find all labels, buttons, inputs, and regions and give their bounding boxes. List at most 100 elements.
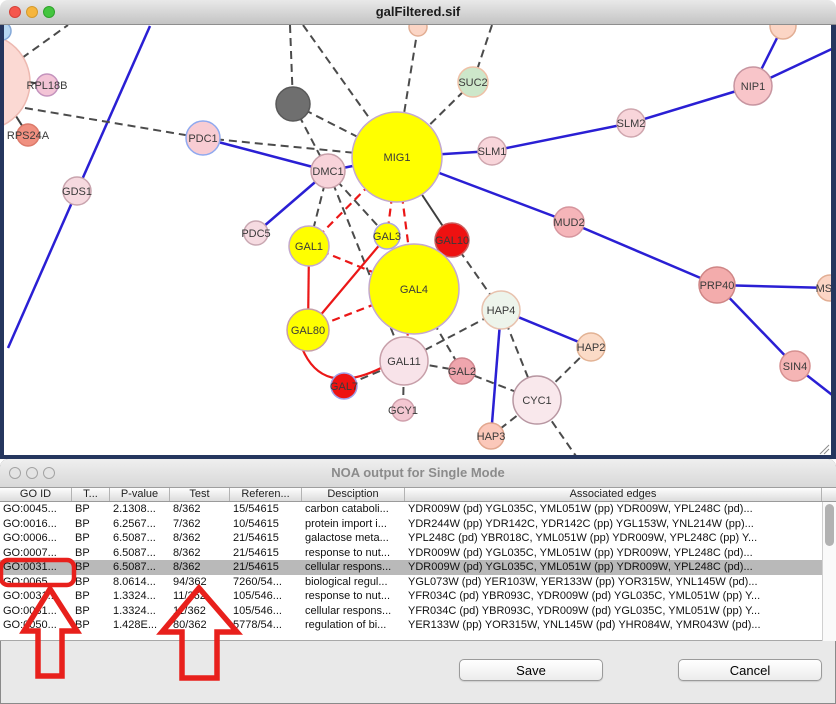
table-cell[interactable]: 105/546...	[230, 589, 302, 604]
edge-blue[interactable]	[77, 26, 150, 191]
table-cell[interactable]: regulation of bi...	[302, 618, 405, 633]
cancel-button[interactable]: Cancel	[678, 659, 822, 681]
table-row[interactable]: GO:0031...BP1.3324...11/362105/546...cel…	[0, 604, 836, 619]
table-cell[interactable]: GO:0065...	[0, 575, 72, 590]
table-cell[interactable]: 8.0614...	[110, 575, 170, 590]
node-label-RPS24A: RPS24A	[7, 130, 50, 142]
table-cell[interactable]: 8/362	[170, 531, 230, 546]
table-cell[interactable]: 11/362	[170, 589, 230, 604]
table-row[interactable]: GO:0016...BP6.2567...7/36210/54615protei…	[0, 517, 836, 532]
table-row-selected[interactable]: GO:0031...BP6.5087...8/36221/54615cellul…	[0, 560, 836, 575]
table-cell[interactable]: 6.5087...	[110, 546, 170, 561]
table-cell[interactable]: 105/546...	[230, 604, 302, 619]
table-cell[interactable]: 21/54615	[230, 560, 302, 575]
column-header-go-id[interactable]: GO ID	[0, 488, 72, 501]
table-cell[interactable]: YFR034C (pd) YBR093C, YDR009W (pd) YGL03…	[405, 604, 822, 619]
table-cell[interactable]: 21/54615	[230, 531, 302, 546]
table-cell[interactable]: YFR034C (pd) YBR093C, YDR009W (pd) YGL03…	[405, 589, 822, 604]
table-cell[interactable]: carbon cataboli...	[302, 502, 405, 517]
table-cell[interactable]: 8/362	[170, 546, 230, 561]
table-cell[interactable]: 7/362	[170, 517, 230, 532]
table-cell[interactable]: YER133W (pp) YOR315W, YNL145W (pd) YHR08…	[405, 618, 822, 633]
column-header-test[interactable]: Test	[170, 488, 230, 501]
table-cell[interactable]: GO:0007...	[0, 546, 72, 561]
graph-window-titlebar[interactable]: galFiltered.sif	[0, 0, 836, 25]
table-cell[interactable]: BP	[72, 575, 110, 590]
table-row[interactable]: GO:0045...BP2.1308...8/36215/54615carbon…	[0, 502, 836, 517]
edge-blue[interactable]	[203, 138, 328, 171]
table-cell[interactable]: 10/54615	[230, 517, 302, 532]
edge-blue[interactable]	[569, 222, 717, 285]
edge-dash[interactable]	[22, 25, 68, 58]
table-cell[interactable]: YDR009W (pd) YGL035C, YML051W (pp) YDR00…	[405, 502, 822, 517]
column-header-p-value[interactable]: P-value	[110, 488, 170, 501]
node-gray-node[interactable]	[276, 87, 310, 121]
table-cell[interactable]: 2.1308...	[110, 502, 170, 517]
table-cell[interactable]: cellular respons...	[302, 560, 405, 575]
network-nodes: RPL18BRPS24AGDS1PDC1MIG1SUC2SLM1SLM2NIP1…	[0, 25, 836, 449]
table-cell[interactable]: BP	[72, 546, 110, 561]
table-cell[interactable]: YPL248C (pd) YBR018C, YML051W (pp) YDR00…	[405, 531, 822, 546]
table-row[interactable]: GO:0031...BP1.3324...11/362105/546...res…	[0, 589, 836, 604]
node-peach-top-center[interactable]	[409, 25, 427, 36]
table-cell[interactable]: 5778/54...	[230, 618, 302, 633]
table-cell[interactable]: BP	[72, 517, 110, 532]
table-cell[interactable]: BP	[72, 531, 110, 546]
column-header-t-[interactable]: T...	[72, 488, 110, 501]
noa-window-titlebar[interactable]: NOA output for Single Mode	[0, 459, 836, 488]
table-cell[interactable]: GO:0045...	[0, 502, 72, 517]
table-cell[interactable]: response to nut...	[302, 589, 405, 604]
table-cell[interactable]: 6.2567...	[110, 517, 170, 532]
table-row[interactable]: GO:0050...BP1.428E...80/3625778/54...reg…	[0, 618, 836, 633]
table-cell[interactable]: GO:0031...	[0, 604, 72, 619]
table-cell[interactable]: biological regul...	[302, 575, 405, 590]
table-cell[interactable]: YDR009W (pd) YGL035C, YML051W (pp) YDR00…	[405, 546, 822, 561]
table-cell[interactable]: 7260/54...	[230, 575, 302, 590]
table-cell[interactable]: GO:0050...	[0, 618, 72, 633]
column-header-associated-edges[interactable]: Associated edges	[405, 488, 822, 501]
table-cell[interactable]: YDR009W (pd) YGL035C, YML051W (pp) YDR00…	[405, 560, 822, 575]
table-cell[interactable]: GO:0031...	[0, 560, 72, 575]
table-cell[interactable]: galactose meta...	[302, 531, 405, 546]
table-cell[interactable]: cellular respons...	[302, 604, 405, 619]
table-cell[interactable]: protein import i...	[302, 517, 405, 532]
network-canvas-svg[interactable]: RPL18BRPS24AGDS1PDC1MIG1SUC2SLM1SLM2NIP1…	[0, 25, 836, 459]
table-row[interactable]: GO:0065...BP8.0614...94/3627260/54...bio…	[0, 575, 836, 590]
node-large-pink[interactable]	[0, 34, 30, 130]
table-cell[interactable]: 1.3324...	[110, 604, 170, 619]
table-cell[interactable]: 8/362	[170, 502, 230, 517]
table-cell[interactable]: BP	[72, 502, 110, 517]
column-header-desciption[interactable]: Desciption	[302, 488, 405, 501]
table-cell[interactable]: 6.5087...	[110, 531, 170, 546]
table-cell[interactable]: 80/362	[170, 618, 230, 633]
node-peach-top-right[interactable]	[770, 25, 796, 39]
table-cell[interactable]: 1.428E...	[110, 618, 170, 633]
vertical-scrollbar[interactable]	[822, 502, 836, 641]
table-cell[interactable]: 21/54615	[230, 546, 302, 561]
table-cell[interactable]: GO:0031...	[0, 589, 72, 604]
edge-dash[interactable]	[25, 108, 203, 138]
table-row[interactable]: GO:0006...BP6.5087...8/36221/54615galact…	[0, 531, 836, 546]
edge-blue[interactable]	[8, 191, 77, 348]
table-row[interactable]: GO:0007...BP6.5087...8/36221/54615respon…	[0, 546, 836, 561]
table-cell[interactable]: 6.5087...	[110, 560, 170, 575]
table-cell[interactable]: response to nut...	[302, 546, 405, 561]
table-cell[interactable]: 11/362	[170, 604, 230, 619]
scrollbar-thumb[interactable]	[825, 504, 834, 546]
edge-blue[interactable]	[492, 123, 631, 151]
table-cell[interactable]: 1.3324...	[110, 589, 170, 604]
table-cell[interactable]: BP	[72, 618, 110, 633]
table-cell[interactable]: YDR244W (pp) YDR142C, YDR142C (pp) YGL15…	[405, 517, 822, 532]
table-cell[interactable]: BP	[72, 604, 110, 619]
table-cell[interactable]: YGL073W (pd) YER103W, YER133W (pp) YOR31…	[405, 575, 822, 590]
table-cell[interactable]: 8/362	[170, 560, 230, 575]
resize-grip-icon[interactable]	[820, 445, 829, 454]
column-header-referen-[interactable]: Referen...	[230, 488, 302, 501]
save-button[interactable]: Save	[459, 659, 603, 681]
table-cell[interactable]: 94/362	[170, 575, 230, 590]
table-cell[interactable]: GO:0016...	[0, 517, 72, 532]
table-cell[interactable]: BP	[72, 560, 110, 575]
table-cell[interactable]: GO:0006...	[0, 531, 72, 546]
table-cell[interactable]: BP	[72, 589, 110, 604]
table-cell[interactable]: 15/54615	[230, 502, 302, 517]
